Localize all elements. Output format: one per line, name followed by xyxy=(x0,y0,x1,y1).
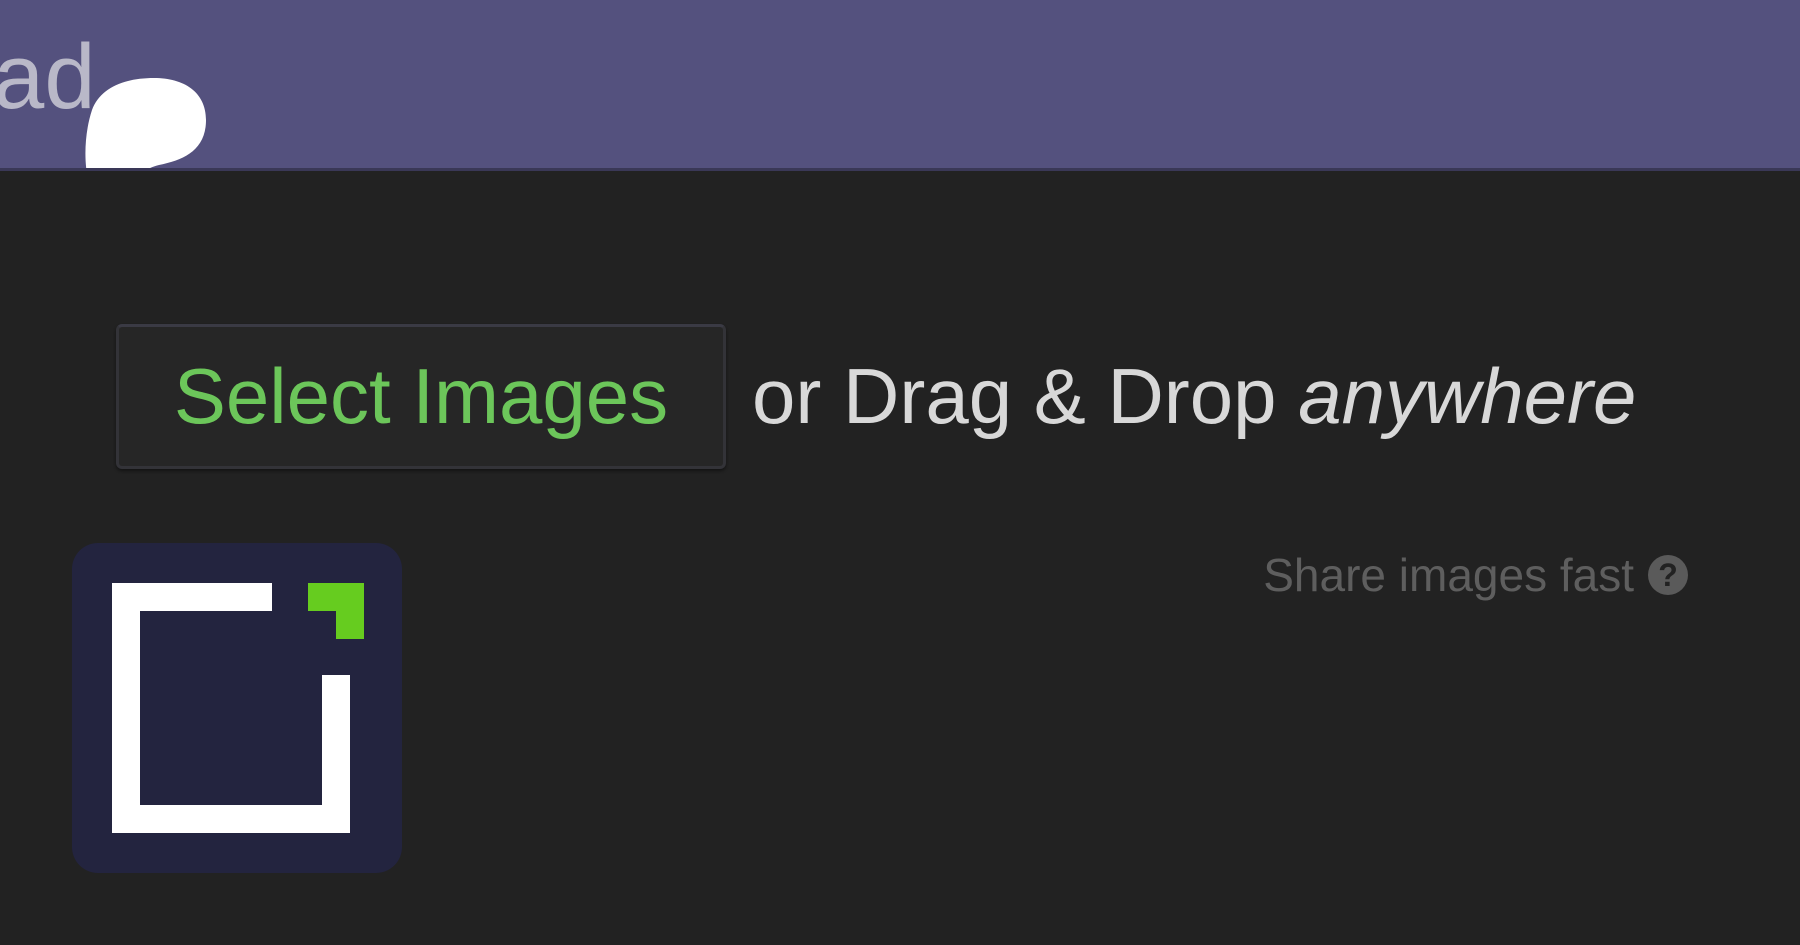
site-logo[interactable] xyxy=(72,543,402,873)
cursor-pointer-icon xyxy=(85,78,206,168)
upload-row: Select Images or Drag & Drop anywhere xyxy=(116,324,1636,469)
help-icon[interactable]: ? xyxy=(1648,555,1688,595)
tagline: Share images fast ? xyxy=(1263,548,1688,602)
drag-drop-text: or Drag & Drop xyxy=(752,352,1299,440)
bracket-logo-icon xyxy=(112,583,364,833)
drag-drop-hint: or Drag & Drop anywhere xyxy=(752,351,1636,442)
drag-drop-emphasis: anywhere xyxy=(1298,352,1637,440)
top-header-bar: oad xyxy=(0,0,1800,171)
tagline-text: Share images fast xyxy=(1263,549,1634,601)
select-images-button[interactable]: Select Images xyxy=(116,324,726,469)
